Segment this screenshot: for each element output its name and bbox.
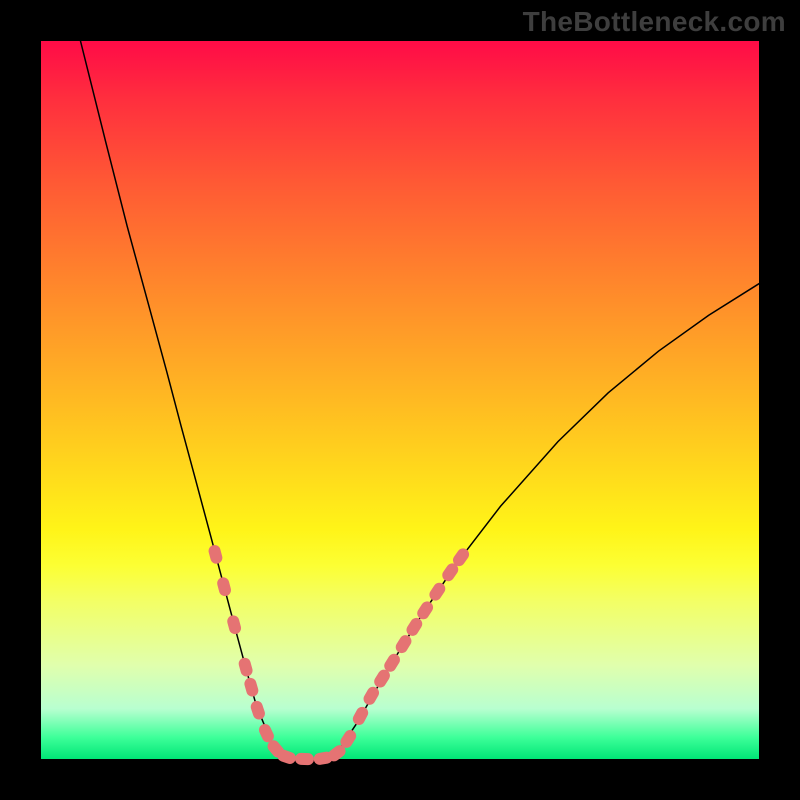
bead bbox=[249, 699, 266, 721]
bead bbox=[351, 705, 371, 727]
plot-area bbox=[41, 41, 759, 759]
curve-svg bbox=[41, 41, 759, 759]
bead bbox=[216, 576, 232, 597]
bead bbox=[361, 685, 381, 707]
bead bbox=[226, 614, 243, 635]
bead bbox=[427, 580, 447, 602]
bead bbox=[393, 633, 413, 655]
chart-frame: TheBottleneck.com bbox=[0, 0, 800, 800]
bead bbox=[243, 676, 260, 698]
bead-markers bbox=[207, 544, 471, 766]
v-curve bbox=[80, 41, 759, 759]
bead bbox=[207, 544, 223, 565]
bead bbox=[295, 753, 314, 766]
watermark-text: TheBottleneck.com bbox=[523, 6, 786, 38]
bead bbox=[237, 656, 254, 678]
